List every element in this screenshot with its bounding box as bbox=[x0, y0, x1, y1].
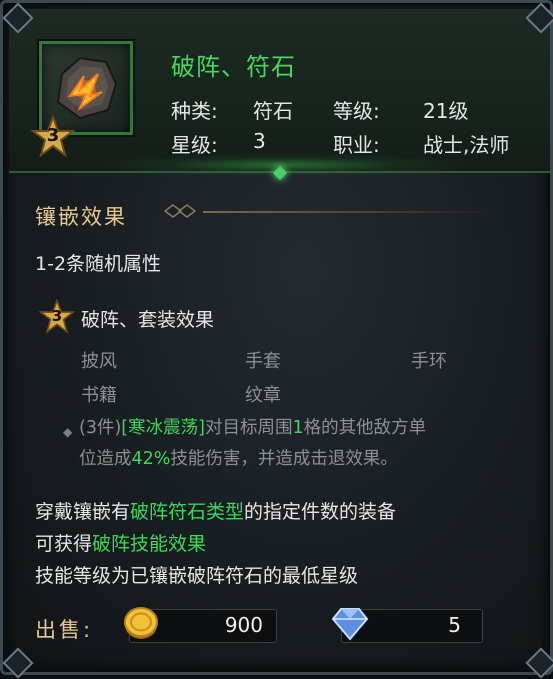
inlay-section-title: 镶嵌效果 bbox=[35, 205, 127, 229]
effect-text-3: 位造成 bbox=[79, 449, 132, 469]
bullet-diamond-icon: ◆ bbox=[63, 425, 73, 439]
effect-name: [寒冰震荡] bbox=[121, 418, 205, 438]
type-label: 种类: bbox=[171, 99, 218, 123]
set-item-emblem: 纹章 bbox=[245, 385, 281, 406]
random-attr-text: 1-2条随机属性 bbox=[35, 253, 162, 275]
effect-pct: 42% bbox=[131, 449, 171, 469]
star-value: 3 bbox=[253, 129, 266, 153]
effect-count: (3件) bbox=[79, 418, 122, 438]
item-tooltip: 3 破阵、符石 种类: 符石 等级: 21级 星级: 3 职业: 战士,法师 镶… bbox=[0, 0, 553, 679]
set-star-number: 3 bbox=[51, 307, 63, 325]
effect-text-1: 对目标周围 bbox=[204, 418, 293, 438]
note-line-1: 穿戴镶嵌有破阵符石类型的指定件数的装备 bbox=[35, 497, 396, 524]
note-text: 的指定件数的装备 bbox=[244, 501, 397, 523]
note-highlight: 破阵技能效果 bbox=[92, 533, 207, 555]
section-divider bbox=[203, 211, 493, 213]
star-level-badge: 3 bbox=[31, 115, 75, 159]
level-label: 等级: bbox=[333, 99, 380, 123]
note-line-3: 技能等级为已镶嵌破阵符石的最低星级 bbox=[35, 565, 359, 587]
set-star-badge: 3 bbox=[38, 298, 76, 335]
note-line-2: 可获得破阵技能效果 bbox=[35, 529, 206, 556]
corner-ornament-icon bbox=[2, 647, 34, 679]
set-item-book: 书籍 bbox=[81, 385, 117, 406]
set-item-bracelet: 手环 bbox=[411, 351, 447, 372]
sell-label: 出售: bbox=[35, 618, 94, 642]
effect-num: 1 bbox=[292, 418, 304, 438]
note-text: 可获得 bbox=[35, 533, 93, 555]
class-label: 职业: bbox=[333, 133, 380, 157]
class-value: 战士,法师 bbox=[423, 133, 510, 157]
level-value: 21级 bbox=[423, 99, 469, 123]
gold-coin-icon bbox=[124, 607, 158, 639]
type-value: 符石 bbox=[253, 99, 293, 123]
corner-ornament-icon bbox=[525, 647, 553, 679]
star-level-number: 3 bbox=[46, 125, 60, 146]
note-highlight: 破阵符石类型 bbox=[130, 501, 245, 523]
effect-text-4: 技能伤害，并造成击退效果。 bbox=[170, 449, 398, 469]
set-item-gloves: 手套 bbox=[245, 351, 281, 372]
item-title: 破阵、符石 bbox=[171, 53, 296, 81]
set-effect-description: (3件)[寒冰震荡]对目标周围1格的其他敌方单位造成42%技能伤害，并造成击退效… bbox=[79, 413, 529, 475]
effect-text-2: 格的其他敌方单 bbox=[303, 418, 427, 438]
set-title: 破阵、套装效果 bbox=[81, 309, 215, 331]
star-label: 星级: bbox=[171, 133, 218, 157]
gold-price-value: 900 bbox=[224, 613, 263, 637]
gem-price-value: 5 bbox=[448, 613, 461, 637]
set-item-cloak: 披风 bbox=[81, 351, 117, 372]
rune-stone-icon bbox=[56, 56, 118, 120]
diamond-icon bbox=[331, 608, 369, 641]
note-text: 穿戴镶嵌有 bbox=[35, 501, 131, 523]
section-ornament-icon bbox=[163, 204, 197, 218]
